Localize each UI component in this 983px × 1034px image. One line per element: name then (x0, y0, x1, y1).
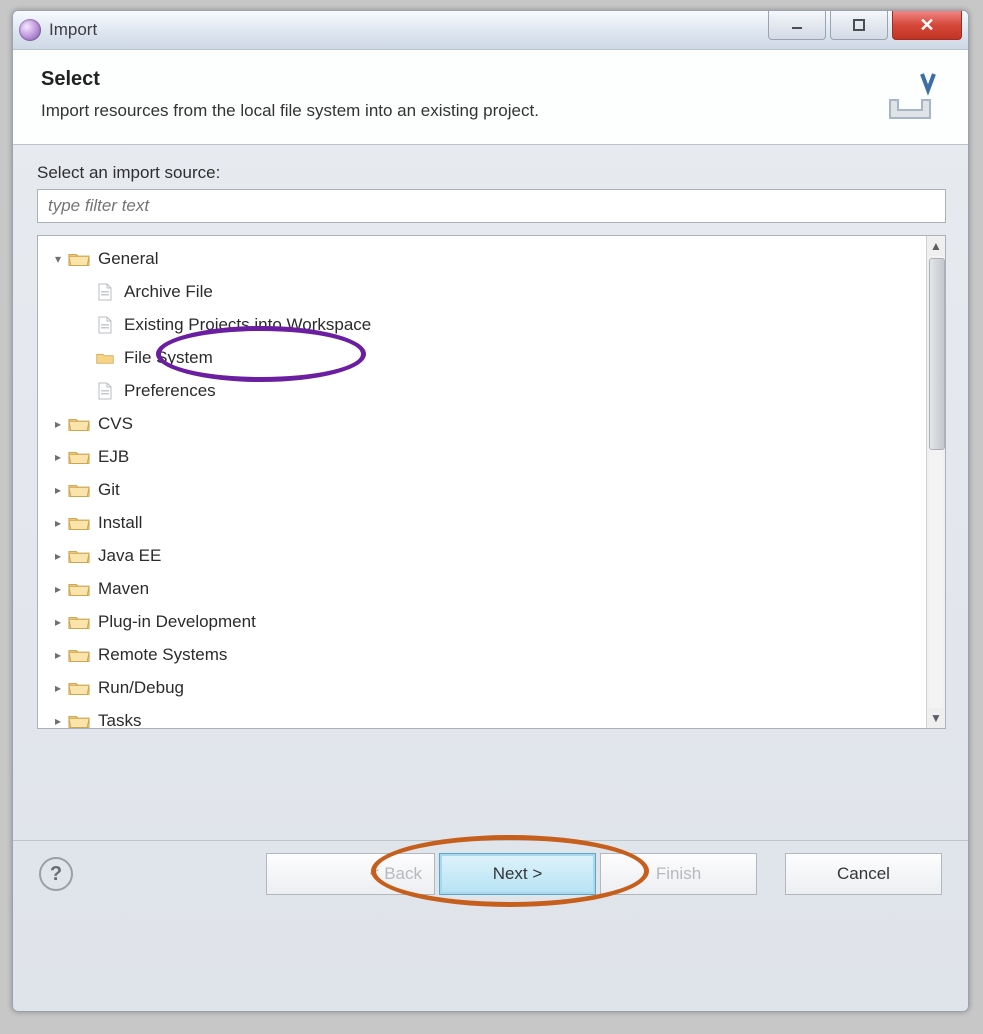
folder-icon (68, 448, 90, 466)
chevron-right-icon: ▸ (50, 582, 66, 596)
folder-leaf-icon (94, 349, 116, 367)
scrollbar-thumb[interactable] (929, 258, 945, 450)
tree-folder[interactable]: ▸ Remote Systems (46, 638, 922, 671)
tree-item[interactable]: Existing Projects into Workspace (46, 308, 922, 341)
scrollbar-track[interactable] (929, 256, 943, 708)
chevron-right-icon: ▸ (50, 549, 66, 563)
tree-label: EJB (98, 447, 129, 467)
file-archive-icon (94, 283, 116, 301)
tree-label: Plug-in Development (98, 612, 256, 632)
wizard-footer: ? < Back Next > Finish Cancel (13, 840, 968, 907)
folder-icon (68, 646, 90, 664)
tree-label: Run/Debug (98, 678, 184, 698)
tree-folder[interactable]: ▸ CVS (46, 407, 922, 440)
tree-label: General (98, 249, 158, 269)
import-icon (880, 70, 940, 122)
file-pref-icon (94, 382, 116, 400)
eclipse-icon (19, 19, 41, 41)
maximize-button[interactable] (830, 11, 888, 40)
chevron-right-icon: ▸ (50, 648, 66, 662)
page-description: Import resources from the local file sys… (41, 101, 539, 121)
chevron-right-icon: ▸ (50, 681, 66, 695)
tree-label: Git (98, 480, 120, 500)
chevron-right-icon: ▸ (50, 483, 66, 497)
folder-icon (68, 613, 90, 631)
folder-icon (68, 415, 90, 433)
titlebar: Import ✕ (13, 11, 968, 50)
tree-folder[interactable]: ▸ Java EE (46, 539, 922, 572)
folder-icon (68, 679, 90, 697)
folder-icon (68, 547, 90, 565)
cancel-button[interactable]: Cancel (785, 853, 942, 895)
window-controls: ✕ (768, 11, 968, 41)
scroll-down-icon[interactable]: ▼ (928, 710, 944, 726)
tree-label: Archive File (124, 282, 213, 302)
tree-folder[interactable]: ▸ Git (46, 473, 922, 506)
tree-label: Maven (98, 579, 149, 599)
tree-folder[interactable]: ▸ Run/Debug (46, 671, 922, 704)
chevron-right-icon: ▸ (50, 615, 66, 629)
chevron-right-icon: ▸ (50, 450, 66, 464)
tree-label: Remote Systems (98, 645, 227, 665)
import-tree: ▾ General Archive File Existing Projects … (37, 235, 946, 729)
folder-icon (68, 712, 90, 729)
wizard-header: Select Import resources from the local f… (13, 50, 968, 145)
tree-folder[interactable]: ▸ EJB (46, 440, 922, 473)
filter-input[interactable] (37, 189, 946, 223)
tree-label: Install (98, 513, 142, 533)
tree-folder[interactable]: ▸ Tasks (46, 704, 922, 728)
tree-folder[interactable]: ▸ Plug-in Development (46, 605, 922, 638)
tree-label: Existing Projects into Workspace (124, 315, 371, 335)
close-icon: ✕ (919, 15, 934, 36)
tree-label: Preferences (124, 381, 216, 401)
scrollbar[interactable]: ▲ ▼ (926, 236, 945, 728)
folder-open-icon (68, 250, 90, 268)
page-title: Select (41, 68, 539, 91)
wizard-body: Select an import source: ▾ General Archi… (13, 145, 968, 735)
tree-item[interactable]: Archive File (46, 275, 922, 308)
chevron-right-icon: ▸ (50, 714, 66, 728)
tree-label: File System (124, 348, 213, 368)
tree-folder[interactable]: ▸ Maven (46, 572, 922, 605)
folder-icon (68, 514, 90, 532)
chevron-right-icon: ▸ (50, 516, 66, 530)
close-button[interactable]: ✕ (892, 11, 962, 40)
maximize-icon (852, 18, 866, 32)
tree-folder[interactable]: ▸ Install (46, 506, 922, 539)
scroll-up-icon[interactable]: ▲ (928, 238, 944, 254)
tree-label: Tasks (98, 711, 141, 729)
dialog-window: Import ✕ Select Import resources from th… (12, 10, 969, 1012)
folder-icon (68, 580, 90, 598)
help-button[interactable]: ? (39, 857, 73, 891)
minimize-button[interactable] (768, 11, 826, 40)
tree-item[interactable]: Preferences (46, 374, 922, 407)
window-title: Import (49, 20, 97, 40)
source-label: Select an import source: (37, 163, 946, 183)
tree-label: CVS (98, 414, 133, 434)
tree-viewport[interactable]: ▾ General Archive File Existing Projects … (38, 236, 926, 728)
annotation-highlight-orange (371, 835, 649, 907)
tree-item[interactable]: File System (46, 341, 922, 374)
chevron-down-icon: ▾ (50, 252, 66, 266)
file-project-icon (94, 316, 116, 334)
minimize-icon (790, 18, 804, 32)
tree-label: Java EE (98, 546, 161, 566)
chevron-right-icon: ▸ (50, 417, 66, 431)
tree-folder-general[interactable]: ▾ General (46, 242, 922, 275)
folder-icon (68, 481, 90, 499)
